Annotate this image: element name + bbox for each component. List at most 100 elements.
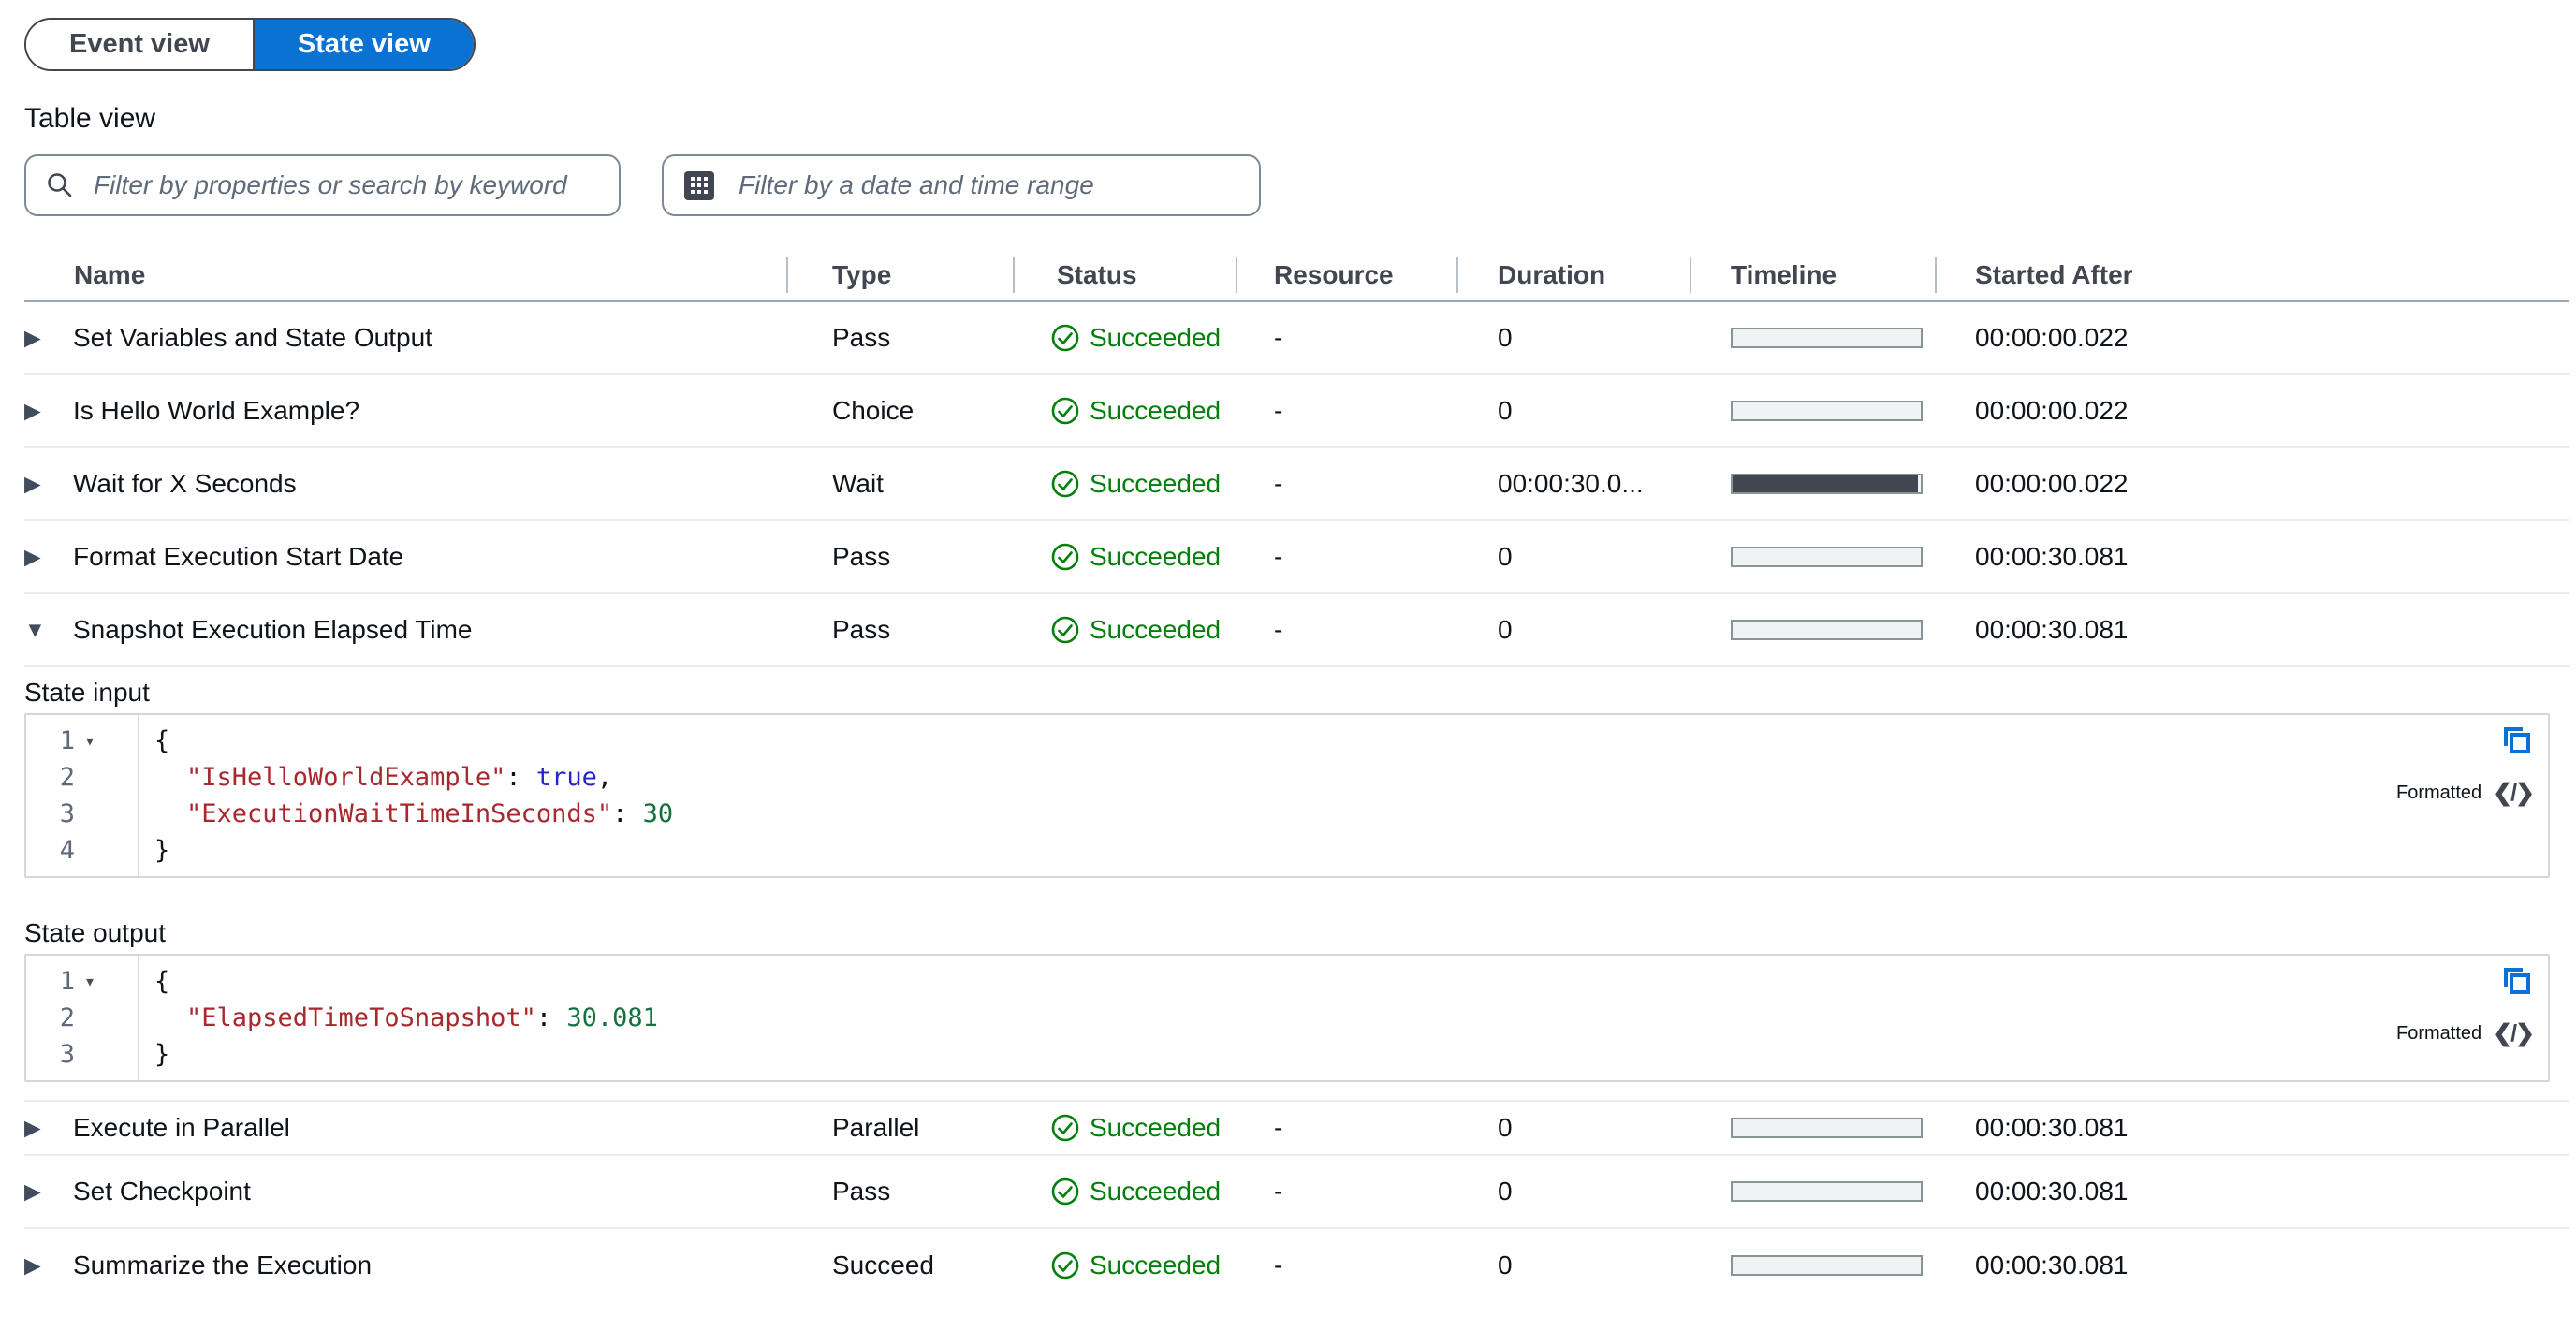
calendar-icon xyxy=(684,171,714,200)
code-text: : xyxy=(535,1003,567,1032)
code-view-icon: ❮/❯ xyxy=(2493,1020,2535,1046)
event-view-button[interactable]: Event view xyxy=(26,20,255,69)
column-header-started-after: Started After xyxy=(1975,260,2133,289)
json-number: 30 xyxy=(642,799,674,828)
expand-row-icon[interactable]: ▶ xyxy=(24,399,41,424)
started-after: 00:00:30.081 xyxy=(1975,542,2129,571)
date-range-input[interactable] xyxy=(662,154,1261,216)
status-badge: Succeeded xyxy=(1050,396,1221,426)
state-type: Succeed xyxy=(832,1251,934,1280)
fold-toggle-icon[interactable]: ▾ xyxy=(75,723,138,759)
succeeded-check-icon xyxy=(1051,1251,1079,1280)
column-divider xyxy=(1013,257,1015,293)
table-header: Name Type Status Resource Duration Timel… xyxy=(24,250,2569,302)
line-number: 1 xyxy=(59,726,75,755)
format-toggle[interactable]: Formatted ❮/❯ xyxy=(2396,775,2535,812)
table-row: ▶ Is Hello World Example? Choice Succeed… xyxy=(24,375,2569,448)
state-input-editor: 1 ▾ { 2 "IsHelloWorldExample": true, 3 "… xyxy=(24,713,2550,878)
code-view-icon: ❮/❯ xyxy=(2493,780,2535,806)
code-text: } xyxy=(154,1040,170,1069)
state-resource: - xyxy=(1274,615,1283,644)
json-number: 30.081 xyxy=(566,1003,658,1032)
status-badge: Succeeded xyxy=(1050,1251,1221,1280)
column-divider xyxy=(1236,257,1237,293)
timeline-bar xyxy=(1731,1181,1923,1202)
expand-row-icon[interactable]: ▶ xyxy=(24,326,41,351)
status-badge: Succeeded xyxy=(1050,1113,1221,1143)
code-text: { xyxy=(154,726,170,755)
json-key: "IsHelloWorldExample" xyxy=(186,763,506,792)
succeeded-check-icon xyxy=(1051,1114,1079,1142)
table-view-title: Table view xyxy=(24,103,156,134)
state-resource: - xyxy=(1274,542,1283,571)
state-view-page: Event view State view Table view Name Ty… xyxy=(0,0,2576,1331)
code-line: 2 "IsHelloWorldExample": true, xyxy=(26,759,2548,796)
state-duration: 0 xyxy=(1498,396,1513,425)
state-input-heading: State input xyxy=(24,678,150,707)
expand-row-icon[interactable]: ▶ xyxy=(24,1253,41,1279)
code-line: 4 } xyxy=(26,832,2548,869)
copy-button[interactable] xyxy=(2501,965,2533,1000)
view-toggle: Event view State view xyxy=(24,18,476,71)
state-name: Set Variables and State Output xyxy=(73,323,432,352)
filter-toolbar xyxy=(24,154,2576,216)
status-label: Succeeded xyxy=(1090,615,1222,644)
state-name: Set Checkpoint xyxy=(73,1177,251,1206)
succeeded-check-icon xyxy=(1051,616,1079,644)
code-line: 3 "ExecutionWaitTimeInSeconds": 30 xyxy=(26,796,2548,832)
collapse-row-icon[interactable]: ▼ xyxy=(24,618,46,643)
format-toggle[interactable]: Formatted ❮/❯ xyxy=(2396,1016,2535,1052)
state-duration: 0 xyxy=(1498,1177,1513,1206)
started-after: 00:00:30.081 xyxy=(1975,1177,2129,1206)
status-badge: Succeeded xyxy=(1050,542,1221,572)
column-header-type: Type xyxy=(832,260,892,289)
succeeded-check-icon xyxy=(1051,397,1079,425)
state-resource: - xyxy=(1274,1113,1283,1142)
state-duration: 0 xyxy=(1498,323,1513,352)
started-after: 00:00:30.081 xyxy=(1975,1251,2129,1280)
state-resource: - xyxy=(1274,1177,1283,1206)
code-line: 1 ▾ { xyxy=(26,963,2548,1000)
expand-row-icon[interactable]: ▶ xyxy=(24,472,41,497)
expand-row-icon[interactable]: ▶ xyxy=(24,1116,41,1141)
succeeded-check-icon xyxy=(1051,470,1079,498)
copy-button[interactable] xyxy=(2501,724,2533,759)
timeline-bar xyxy=(1731,620,1923,640)
code-text: : xyxy=(612,799,643,828)
expand-row-icon[interactable]: ▶ xyxy=(24,545,41,570)
search-input[interactable] xyxy=(24,154,621,216)
state-type: Pass xyxy=(832,323,891,352)
column-header-resource: Resource xyxy=(1274,260,1394,289)
started-after: 00:00:30.081 xyxy=(1975,615,2129,644)
column-header-timeline: Timeline xyxy=(1731,260,1837,289)
copy-icon xyxy=(2504,968,2530,994)
state-name: Snapshot Execution Elapsed Time xyxy=(73,615,473,644)
formatted-label: Formatted xyxy=(2396,783,2482,803)
code-text: { xyxy=(154,967,170,996)
status-label: Succeeded xyxy=(1090,1113,1222,1142)
property-filter xyxy=(24,154,621,216)
state-name: Summarize the Execution xyxy=(73,1251,373,1280)
state-type: Parallel xyxy=(832,1113,920,1142)
timeline-bar xyxy=(1731,328,1923,348)
gutter-divider xyxy=(138,715,139,876)
fold-toggle-icon[interactable]: ▾ xyxy=(75,963,138,1000)
copy-icon xyxy=(2504,727,2530,753)
state-resource: - xyxy=(1274,469,1283,498)
column-header-duration: Duration xyxy=(1498,260,1606,289)
gutter-divider xyxy=(138,956,139,1080)
json-key: "ExecutionWaitTimeInSeconds" xyxy=(186,799,613,828)
state-name: Is Hello World Example? xyxy=(73,396,360,425)
timeline-bar xyxy=(1731,1118,1923,1138)
state-view-button[interactable]: State view xyxy=(254,20,474,69)
expand-row-icon[interactable]: ▶ xyxy=(24,1179,41,1205)
succeeded-check-icon xyxy=(1051,324,1079,352)
column-divider xyxy=(786,257,788,293)
column-header-status: Status xyxy=(1057,260,1137,289)
code-line: 1 ▾ { xyxy=(26,723,2548,759)
json-key: "ElapsedTimeToSnapshot" xyxy=(186,1003,536,1032)
state-type: Pass xyxy=(832,1177,891,1206)
